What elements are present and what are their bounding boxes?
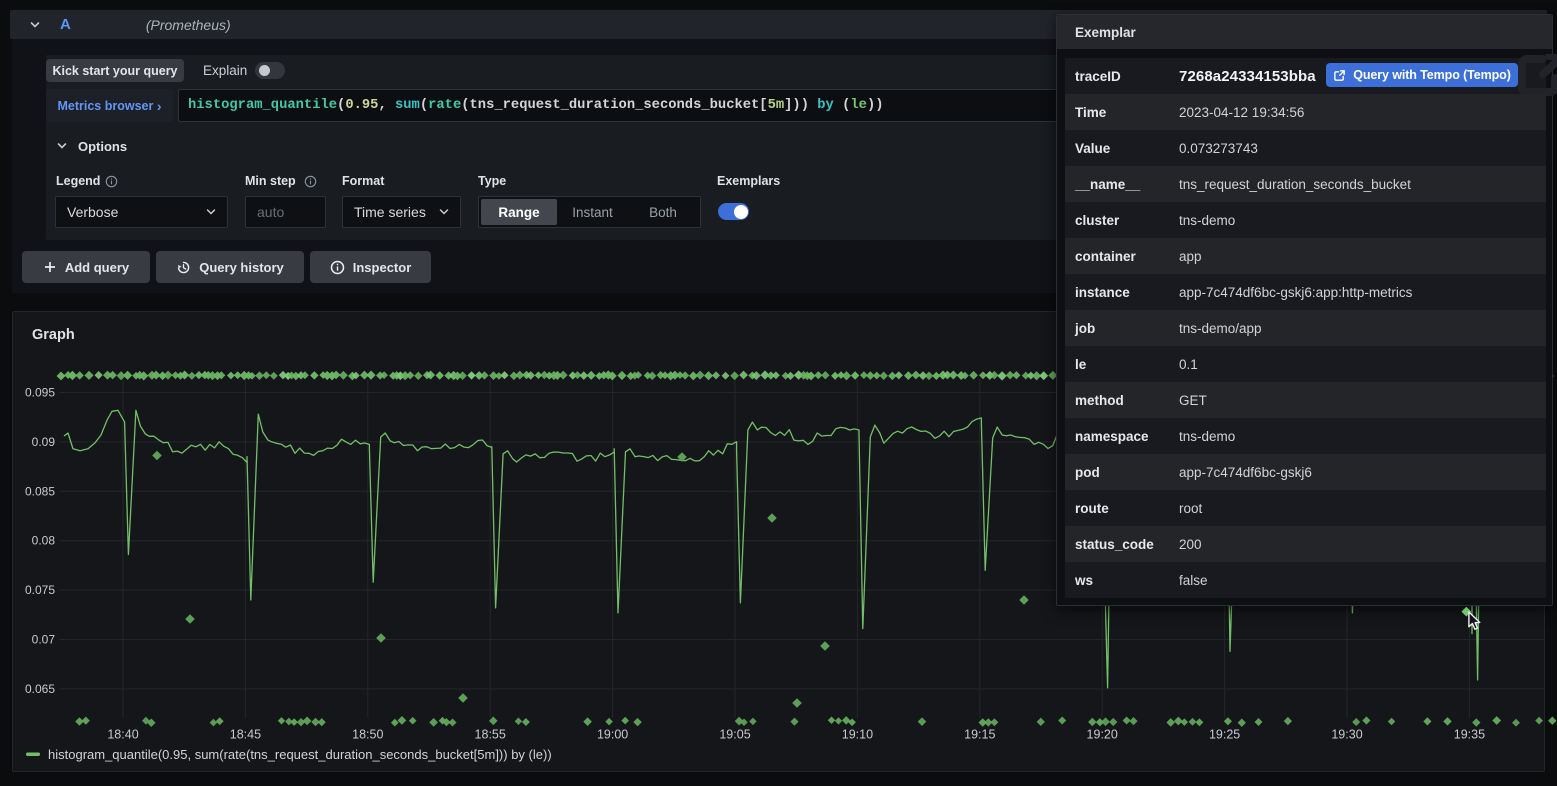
svg-text:0.075: 0.075 [25,583,55,597]
svg-text:0.065: 0.065 [25,682,55,696]
svg-text:0.08: 0.08 [32,534,56,548]
svg-text:0.09: 0.09 [32,435,56,449]
svg-text:18:55: 18:55 [475,728,506,742]
svg-text:18:50: 18:50 [352,728,383,742]
svg-text:18:45: 18:45 [230,728,261,742]
svg-text:histogram_quantile(0.95, sum(r: histogram_quantile(0.95, sum(rate(tns_re… [48,747,552,762]
svg-text:19:00: 19:00 [597,728,628,742]
svg-text:0.085: 0.085 [25,484,55,498]
svg-text:19:15: 19:15 [964,728,995,742]
svg-text:19:05: 19:05 [719,728,750,742]
svg-text:0.07: 0.07 [32,633,56,647]
svg-text:19:30: 19:30 [1331,728,1362,742]
svg-text:19:25: 19:25 [1209,728,1240,742]
svg-text:19:20: 19:20 [1087,728,1118,742]
svg-text:19:10: 19:10 [842,728,873,742]
svg-text:19:35: 19:35 [1454,728,1485,742]
svg-text:0.095: 0.095 [25,386,55,400]
svg-text:18:40: 18:40 [107,728,138,742]
